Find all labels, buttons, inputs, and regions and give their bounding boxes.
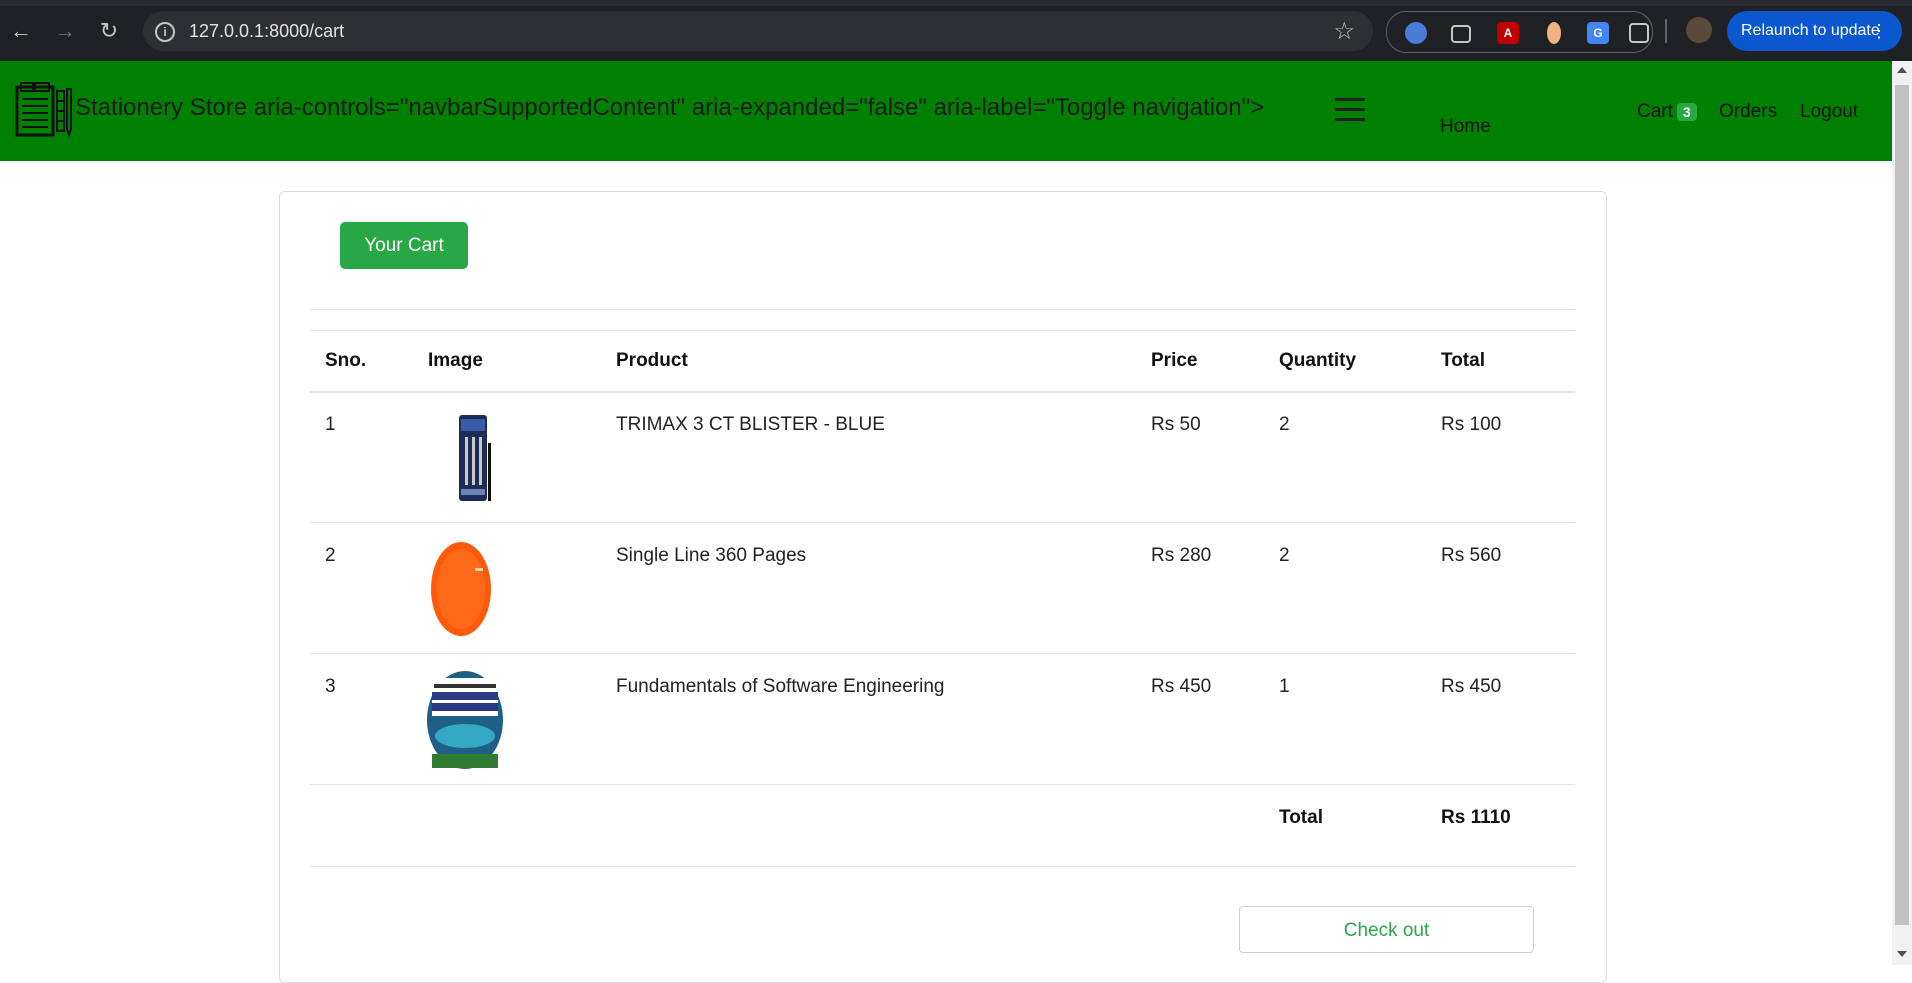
stationery-logo-icon[interactable] [15,81,73,139]
bookmark-star-icon[interactable]: ☆ [1333,17,1355,46]
profile-avatar[interactable] [1686,17,1712,43]
row-price: Rs 450 [1151,676,1212,697]
nav-cart-link[interactable]: Cart 3 [1637,101,1697,123]
row-divider [310,522,1575,523]
row-quantity: 2 [1279,545,1290,566]
row-price: Rs 50 [1151,414,1201,435]
total-label: Total [1279,807,1323,828]
scroll-up-icon[interactable] [1897,67,1907,73]
column-header-image: Image [428,350,483,371]
browser-toolbar: ← → ↻ i 127.0.0.1:8000/cart ☆ A G Relaun… [0,0,1912,61]
header-divider [310,391,1575,393]
url-text[interactable]: 127.0.0.1:8000/cart [189,21,344,42]
brand-text[interactable]: Stationery Store aria-controls="navbarSu… [75,94,1264,122]
checkout-button[interactable]: Check out [1239,906,1534,953]
nav-orders-link[interactable]: Orders [1719,101,1777,123]
row-sno: 3 [325,676,336,697]
row-sno: 2 [325,545,336,566]
tab-strip [0,0,1912,6]
product-image-notebook [431,542,491,636]
column-header-price: Price [1151,350,1198,371]
extensions-group: A G [1386,11,1653,53]
total-value: Rs 1110 [1441,807,1511,828]
product-image-book [427,671,503,769]
translate-extension-icon[interactable]: G [1587,22,1609,44]
pdf-extension-icon[interactable]: A [1497,22,1519,44]
toolbar-divider [1665,19,1667,43]
relaunch-label: Relaunch to update [1741,22,1880,39]
forward-icon[interactable]: → [52,18,78,44]
back-icon[interactable]: ← [8,18,34,44]
site-navbar: Stationery Store aria-controls="navbarSu… [0,61,1892,161]
row-total: Rs 560 [1441,545,1502,566]
relaunch-button[interactable]: Relaunch to update ⋮ [1727,11,1902,51]
puzzle-extensions-icon[interactable] [1629,23,1649,43]
row-product: Fundamentals of Software Engineering [616,676,945,697]
row-total: Rs 450 [1441,676,1502,697]
scroll-down-icon[interactable] [1897,951,1907,957]
table-bottom-border [310,866,1575,867]
your-cart-button[interactable]: Your Cart [340,222,468,269]
row-price: Rs 280 [1151,545,1212,566]
cart-count-badge: 3 [1676,102,1697,121]
column-header-product: Product [616,350,688,371]
reload-icon[interactable]: ↻ [96,18,122,44]
row-total: Rs 100 [1441,414,1502,435]
column-header-sno: Sno. [325,350,367,371]
nav-logout-link[interactable]: Logout [1800,101,1858,123]
site-info-icon[interactable]: i [155,22,175,42]
row-divider [310,784,1575,785]
nav-cart-label: Cart [1637,101,1673,122]
column-header-quantity: Quantity [1279,350,1357,371]
row-product: TRIMAX 3 CT BLISTER - BLUE [616,414,885,435]
address-bar[interactable]: i 127.0.0.1:8000/cart ☆ [143,11,1373,51]
product-image-pen-pack [459,415,491,501]
nav-home-link[interactable]: Home [1440,116,1491,138]
column-header-total: Total [1441,350,1485,371]
row-divider [310,653,1575,654]
table-top-border [310,330,1575,331]
scroll-thumb[interactable] [1895,85,1909,925]
page-scrollbar[interactable] [1892,61,1912,965]
row-quantity: 1 [1279,676,1290,697]
chrome-extension-icon[interactable] [1405,22,1427,44]
browser-menu-icon[interactable]: ⋮ [1870,11,1888,51]
picture-in-picture-icon[interactable] [1451,25,1471,43]
hamburger-menu-icon[interactable] [1335,98,1365,122]
row-sno: 1 [325,414,336,435]
row-product: Single Line 360 Pages [616,545,807,566]
extension-icon[interactable] [1547,22,1561,44]
row-quantity: 2 [1279,414,1290,435]
divider [310,309,1575,310]
